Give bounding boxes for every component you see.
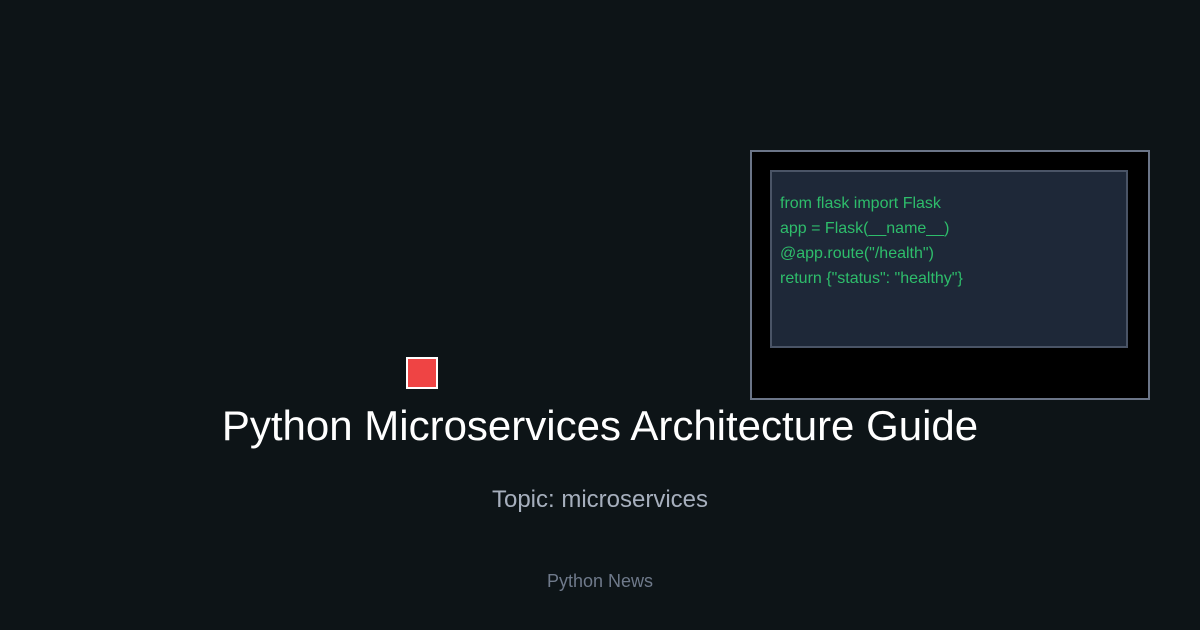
code-line-4: return {"status": "healthy"} [780, 270, 963, 287]
code-preview-frame: from flask import Flask app = Flask(__na… [750, 150, 1150, 400]
code-line-1: from flask import Flask [780, 195, 941, 212]
code-snippet-panel: from flask import Flask app = Flask(__na… [770, 170, 1128, 348]
brand-name: Python News [546, 571, 654, 591]
social-preview-card: from flask import Flask app = Flask(__na… [0, 0, 1200, 630]
topic-label: Topic: microservices [491, 486, 709, 513]
red-square-marker [406, 357, 438, 389]
page-title: Python Microservices Architecture Guide [221, 402, 979, 449]
code-line-3: @app.route("/health") [780, 245, 934, 262]
code-line-2: app = Flask(__name__) [780, 220, 950, 237]
